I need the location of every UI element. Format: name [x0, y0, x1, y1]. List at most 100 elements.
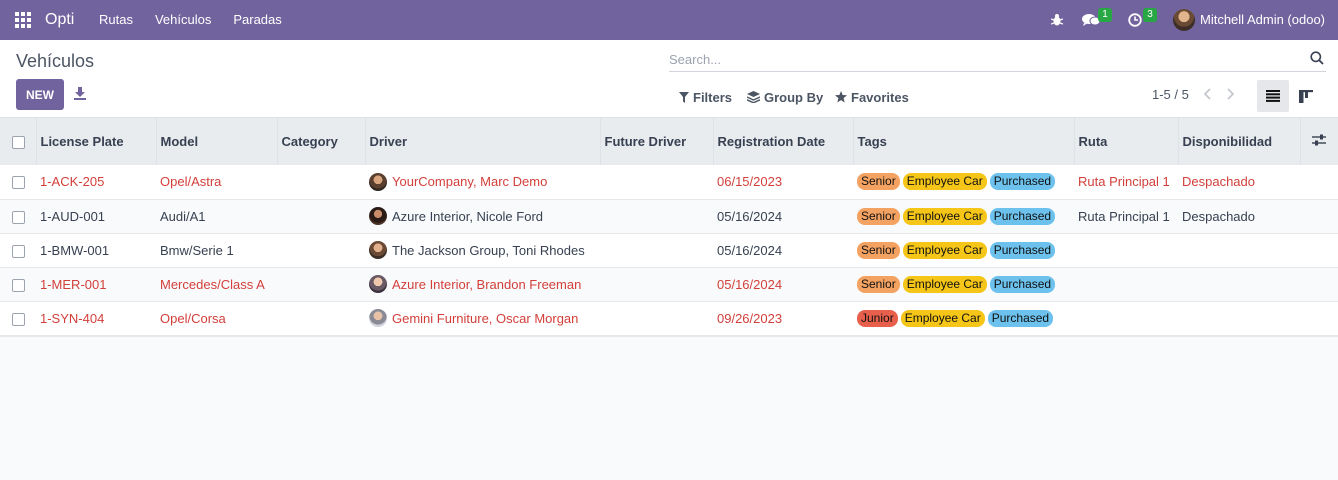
model-cell[interactable]: Audi/A1 — [156, 199, 277, 233]
tags-cell[interactable]: Senior Employee Car Purchased — [853, 267, 1074, 301]
license-plate-cell[interactable]: 1-MER-001 — [36, 267, 156, 301]
favorites-button[interactable]: Favorites — [835, 89, 909, 105]
grid-icon[interactable] — [15, 12, 31, 28]
row-select-cell — [0, 199, 36, 233]
select-all-checkbox[interactable] — [12, 136, 25, 150]
column-header-model[interactable]: Model — [156, 118, 278, 165]
search-input[interactable] — [669, 48, 1289, 70]
tag-badge: Senior — [857, 173, 900, 191]
future-driver-cell[interactable] — [600, 301, 713, 335]
row-checkbox[interactable] — [12, 278, 25, 292]
vehicles-table: License Plate Model Category Driver Futu… — [0, 118, 1338, 336]
column-header-ruta[interactable]: Ruta — [1074, 118, 1179, 165]
registration-date-cell[interactable]: 05/16/2024 — [713, 267, 853, 301]
row-extra-cell — [1300, 301, 1338, 335]
disponibilidad-cell[interactable]: Despachado — [1178, 165, 1300, 199]
license-plate-cell[interactable]: 1-BMW-001 — [36, 233, 156, 267]
future-driver-cell[interactable] — [600, 199, 713, 233]
row-checkbox[interactable] — [12, 210, 25, 224]
model-cell[interactable]: Opel/Corsa — [156, 301, 277, 335]
registration-date-cell[interactable]: 05/16/2024 — [713, 233, 853, 267]
ruta-cell[interactable] — [1074, 233, 1178, 267]
disponibilidad-cell[interactable] — [1178, 301, 1300, 335]
app-brand[interactable]: Opti — [45, 11, 74, 29]
registration-date-cell[interactable]: 06/15/2023 — [713, 165, 853, 199]
disponibilidad-cell[interactable] — [1178, 267, 1300, 301]
column-header-license-plate[interactable]: License Plate — [36, 118, 157, 165]
tag-badge: Senior — [857, 241, 900, 259]
future-driver-cell[interactable] — [600, 233, 713, 267]
clock-icon[interactable] — [1128, 13, 1142, 27]
registration-date-cell[interactable]: 05/16/2024 — [713, 199, 853, 233]
chevron-left-icon[interactable] — [1202, 87, 1214, 101]
driver-cell[interactable]: The Jackson Group, Toni Rhodes — [365, 233, 600, 267]
driver-cell[interactable]: YourCompany, Marc Demo — [365, 165, 600, 199]
column-header-driver[interactable]: Driver — [365, 118, 601, 165]
menu-item-rutas[interactable]: Rutas — [88, 0, 144, 40]
registration-date-cell[interactable]: 09/26/2023 — [713, 301, 853, 335]
table-row[interactable]: 1-ACK-205 Opel/Astra YourCompany, Marc Dem… — [0, 165, 1338, 199]
top-navbar: Opti Rutas Vehículos Paradas 1 3 Mitchel… — [0, 0, 1338, 40]
page-title[interactable]: Vehículos — [16, 51, 94, 72]
search-icon[interactable] — [1310, 51, 1324, 65]
license-plate-cell[interactable]: 1-ACK-205 — [36, 165, 156, 199]
category-cell[interactable] — [277, 301, 365, 335]
row-checkbox[interactable] — [12, 176, 25, 190]
driver-name: The Jackson Group, Toni Rhodes — [392, 242, 585, 258]
tag-badge: Senior — [857, 275, 900, 293]
groupby-label: Group By — [764, 89, 824, 105]
future-driver-cell[interactable] — [600, 267, 713, 301]
tag-badge: Senior — [857, 207, 900, 225]
download-icon[interactable] — [74, 87, 86, 100]
kanban-view-button[interactable] — [1291, 80, 1321, 112]
column-header-future-driver[interactable]: Future Driver — [600, 118, 714, 165]
category-cell[interactable] — [277, 233, 365, 267]
disponibilidad-cell[interactable] — [1178, 233, 1300, 267]
sliders-icon[interactable] — [1312, 134, 1327, 146]
tags-cell[interactable]: Senior Employee Car Purchased — [853, 165, 1074, 199]
category-cell[interactable] — [277, 165, 365, 199]
driver-cell[interactable]: Gemini Furniture, Oscar Morgan — [365, 301, 600, 335]
driver-cell[interactable]: Azure Interior, Brandon Freeman — [365, 267, 600, 301]
ruta-cell[interactable]: Ruta Principal 1 — [1074, 165, 1178, 199]
tags-cell[interactable]: Junior Employee Car Purchased — [853, 301, 1074, 335]
table-row[interactable]: 1-BMW-001 Bmw/Serie 1 The Jackson Group, T… — [0, 233, 1338, 267]
column-header-disponibilidad[interactable]: Disponibilidad — [1178, 118, 1301, 165]
filters-button[interactable]: Filters — [679, 89, 732, 105]
user-name[interactable]: Mitchell Admin (odoo) — [1200, 12, 1325, 27]
user-avatar[interactable] — [1173, 9, 1195, 31]
column-header-registration-date[interactable]: Registration Date — [713, 118, 854, 165]
category-cell[interactable] — [277, 267, 365, 301]
driver-cell[interactable]: Azure Interior, Nicole Ford — [365, 199, 600, 233]
ruta-cell[interactable] — [1074, 267, 1178, 301]
model-cell[interactable]: Bmw/Serie 1 — [156, 233, 277, 267]
model-cell[interactable]: Mercedes/Class A — [156, 267, 277, 301]
menu-item-vehiculos[interactable]: Vehículos — [144, 0, 222, 40]
table-row[interactable]: 1-SYN-404 Opel/Corsa Gemini Furniture, Osc… — [0, 301, 1338, 335]
tags-cell[interactable]: Senior Employee Car Purchased — [853, 233, 1074, 267]
column-header-category[interactable]: Category — [277, 118, 366, 165]
groupby-button[interactable]: Group By — [747, 89, 823, 105]
filters-label: Filters — [693, 89, 733, 105]
menu-item-paradas[interactable]: Paradas — [222, 0, 292, 40]
column-header-tags[interactable]: Tags — [853, 118, 1075, 165]
list-view-button[interactable] — [1257, 80, 1289, 112]
new-button[interactable]: NEW — [16, 79, 64, 110]
table-row[interactable]: 1-MER-001 Mercedes/Class A Azure Interior,… — [0, 267, 1338, 301]
future-driver-cell[interactable] — [600, 165, 713, 199]
row-checkbox[interactable] — [12, 244, 25, 258]
bug-icon[interactable] — [1051, 13, 1063, 27]
pager-value[interactable]: 1-5 / 5 — [1152, 87, 1189, 102]
tags-cell[interactable]: Senior Employee Car Purchased — [853, 199, 1074, 233]
table-row[interactable]: 1-AUD-001 Audi/A1 Azure Interior, Nicole F… — [0, 199, 1338, 233]
license-plate-cell[interactable]: 1-AUD-001 — [36, 199, 156, 233]
row-checkbox[interactable] — [12, 312, 25, 326]
category-cell[interactable] — [277, 199, 365, 233]
chevron-right-icon[interactable] — [1224, 87, 1236, 101]
disponibilidad-cell[interactable]: Despachado — [1178, 199, 1300, 233]
ruta-cell[interactable]: Ruta Principal 1 — [1074, 199, 1178, 233]
ruta-cell[interactable] — [1074, 301, 1178, 335]
filter-icon — [679, 91, 689, 103]
model-cell[interactable]: Opel/Astra — [156, 165, 277, 199]
license-plate-cell[interactable]: 1-SYN-404 — [36, 301, 156, 335]
